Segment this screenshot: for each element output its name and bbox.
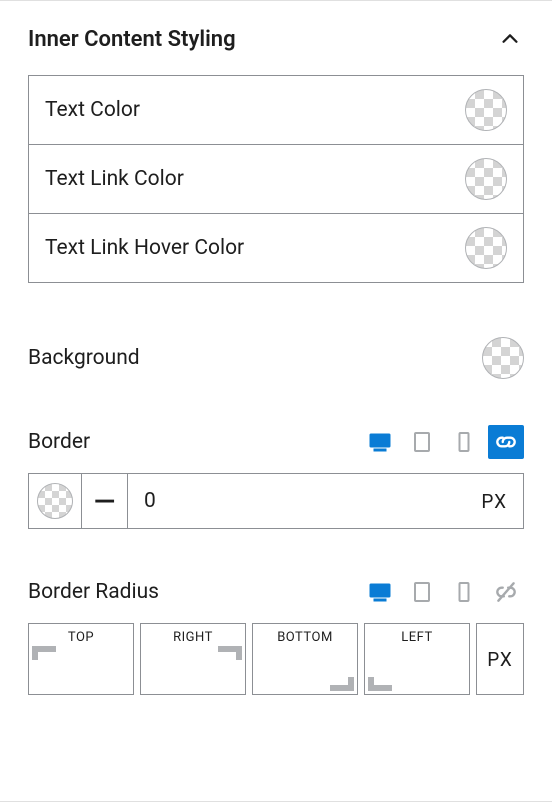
- color-swatch-icon[interactable]: [465, 158, 507, 200]
- panel-header[interactable]: Inner Content Styling: [28, 1, 524, 75]
- panel-title: Inner Content Styling: [28, 27, 236, 52]
- border-radius-row: Border Radius: [28, 575, 524, 609]
- radius-left-label: LEFT: [401, 630, 432, 645]
- mobile-icon[interactable]: [446, 425, 482, 459]
- radius-unit-label: PX: [487, 648, 513, 671]
- desktop-icon[interactable]: [362, 575, 398, 609]
- border-label: Border: [28, 430, 90, 454]
- text-color-label: Text Color: [45, 98, 140, 122]
- text-color-list: Text Color Text Link Color Text Link Hov…: [28, 75, 524, 283]
- text-color-row[interactable]: Text Color: [29, 76, 523, 144]
- border-color-swatch[interactable]: [29, 474, 82, 528]
- border-unit[interactable]: PX: [481, 490, 507, 513]
- link-values-button[interactable]: [488, 425, 524, 459]
- radius-bottom-input[interactable]: BOTTOM: [252, 623, 358, 695]
- border-input: — 0 PX: [28, 473, 524, 529]
- border-radius-label: Border Radius: [28, 580, 159, 604]
- text-link-hover-color-row[interactable]: Text Link Hover Color: [29, 213, 523, 282]
- background-row: Background: [28, 337, 524, 379]
- radius-right-input[interactable]: RIGHT: [140, 623, 246, 695]
- radius-unit-button[interactable]: PX: [476, 623, 524, 695]
- color-swatch-icon[interactable]: [465, 89, 507, 131]
- tablet-icon[interactable]: [404, 575, 440, 609]
- background-swatch[interactable]: [482, 337, 524, 379]
- color-swatch-icon[interactable]: [465, 227, 507, 269]
- mobile-icon[interactable]: [446, 575, 482, 609]
- border-style-button[interactable]: —: [82, 474, 128, 528]
- border-width-input[interactable]: 0 PX: [128, 474, 523, 528]
- border-radius-grid: TOP RIGHT BOTTOM LEFT PX: [28, 623, 524, 695]
- radius-top-label: TOP: [68, 630, 94, 645]
- tablet-icon[interactable]: [404, 425, 440, 459]
- corner-bottom-left-icon: [368, 677, 392, 691]
- radius-bottom-label: BOTTOM: [277, 630, 333, 645]
- text-link-color-label: Text Link Color: [45, 167, 184, 191]
- border-width-value: 0: [144, 489, 156, 513]
- text-link-color-row[interactable]: Text Link Color: [29, 144, 523, 213]
- collapse-icon[interactable]: [496, 25, 524, 53]
- corner-bottom-right-icon: [330, 677, 354, 691]
- border-row: Border: [28, 425, 524, 459]
- corner-top-left-icon: [32, 646, 56, 660]
- radius-left-input[interactable]: LEFT: [364, 623, 470, 695]
- corner-top-right-icon: [218, 646, 242, 660]
- radius-right-label: RIGHT: [173, 630, 213, 645]
- text-link-hover-color-label: Text Link Hover Color: [45, 236, 244, 260]
- desktop-icon[interactable]: [362, 425, 398, 459]
- radius-top-input[interactable]: TOP: [28, 623, 134, 695]
- unlink-values-button[interactable]: [488, 575, 524, 609]
- background-label: Background: [28, 346, 140, 370]
